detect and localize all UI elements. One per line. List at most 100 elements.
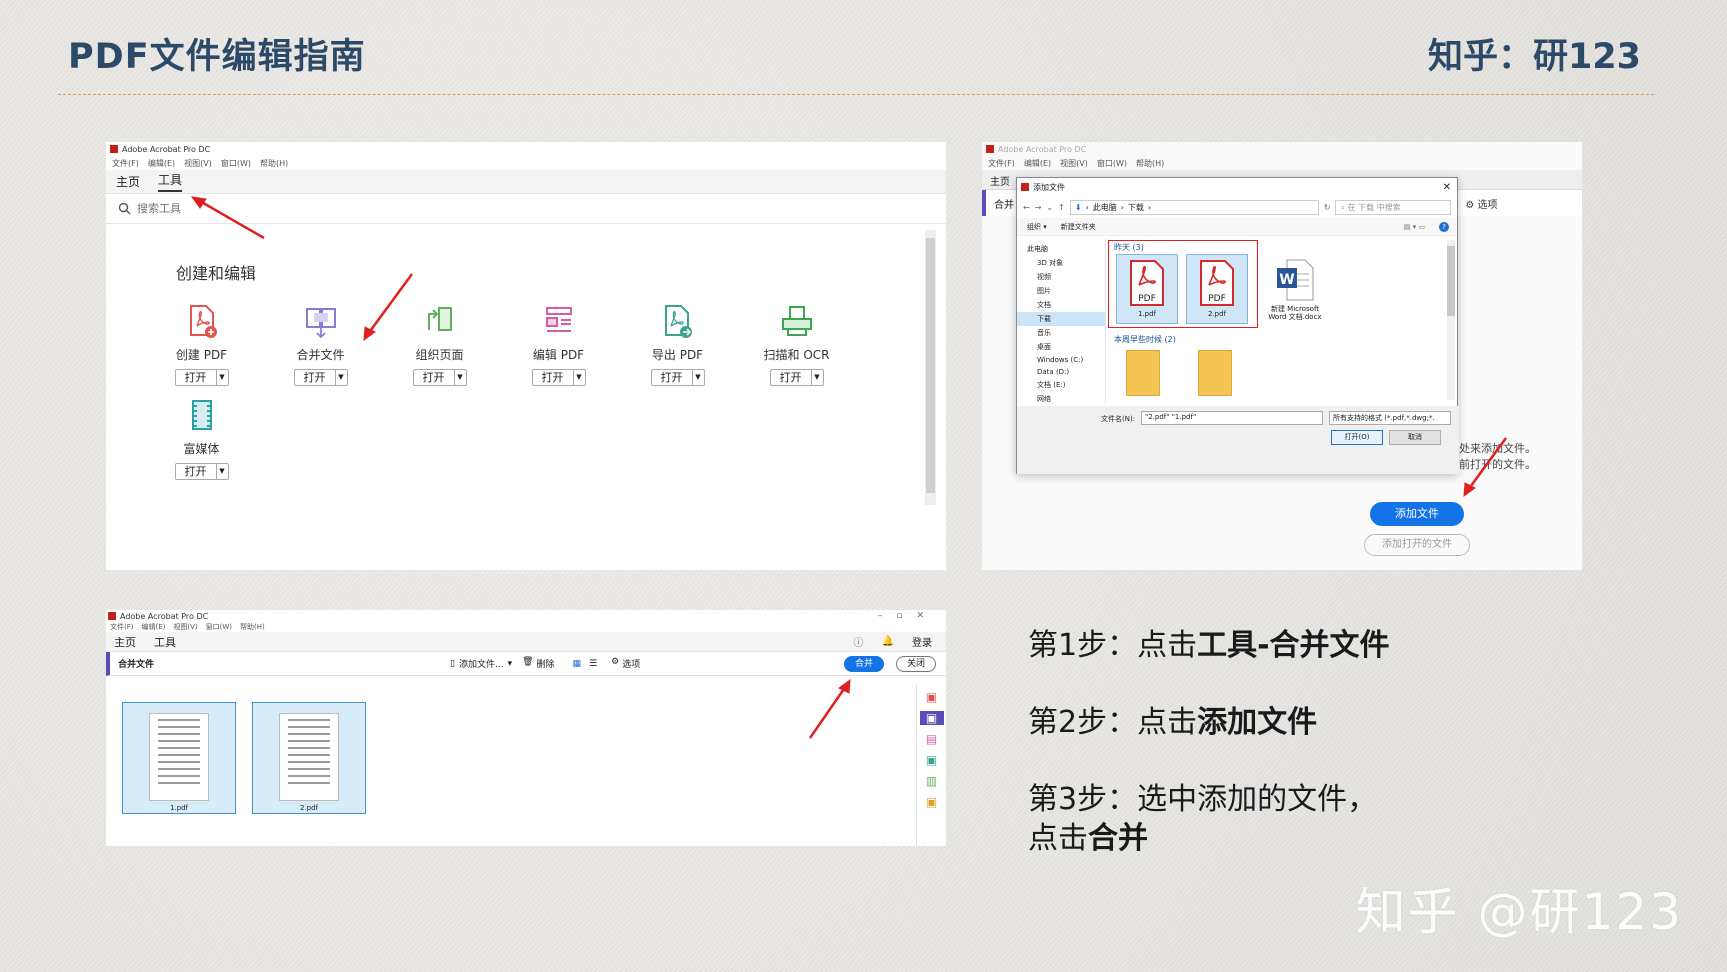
organize-menu[interactable]: 组织 ▾ [1027,222,1047,232]
menu-help[interactable]: 帮助(H) [260,158,288,169]
tree-item[interactable]: 桌面 [1017,340,1105,354]
tool-edit-pdf[interactable]: 编辑 PDF 打开 ▼ [499,304,618,386]
grid-view-icon[interactable]: ▦ [573,659,582,669]
tool-export-pdf[interactable]: 导出 PDF 打开 ▼ [618,304,737,386]
tool-organize-pages[interactable]: 组织页面 打开 ▼ [380,304,499,386]
open-button[interactable]: 打开 ▼ [174,369,229,386]
file-1pdf[interactable]: PDF 1.pdf [1116,254,1178,324]
export-pdf-icon[interactable]: ▣ [926,753,937,767]
tab-home[interactable]: 主页 [114,634,136,650]
tool-label: 合并文件 [296,348,345,362]
tool-scan-ocr[interactable]: 扫描和 OCR 打开 ▼ [737,304,856,386]
folder-icon[interactable] [1126,350,1160,396]
forward-icon[interactable]: → [1035,203,1042,212]
up-icon[interactable]: ↑ [1058,203,1065,212]
bell-icon[interactable]: 🔔 [882,636,894,647]
refresh-icon[interactable]: ↻ [1324,203,1331,212]
tool-combine-files[interactable]: 合并文件 打开 ▼ [261,304,380,386]
tool-create-pdf[interactable]: 创建 PDF 打开 ▼ [142,304,261,386]
tool-label: 扫描和 OCR [763,348,830,362]
bg-combine-title: 合并 [994,200,1014,211]
scrollbar[interactable] [925,230,936,505]
menu-edit[interactable]: 编辑(E) [1024,158,1051,169]
create-pdf-icon[interactable]: ▣ [926,690,937,704]
menu-window[interactable]: 窗口(W) [221,158,251,169]
tree-item-selected[interactable]: 下载 [1017,312,1105,326]
combine-button[interactable]: 合并 [844,655,884,672]
tree-item[interactable]: 文档 (E:) [1017,378,1105,392]
tree-item[interactable]: 图片 [1017,284,1105,298]
add-open-files-button[interactable]: 添加打开的文件 [1364,534,1470,556]
menu-window[interactable]: 窗口(W) [206,622,232,632]
help-icon[interactable]: ⓘ [854,634,864,649]
dialog-cancel-button[interactable]: 取消 [1389,430,1441,445]
search-tools-input[interactable] [137,202,337,215]
help-icon[interactable]: ? [1439,221,1449,232]
menu-help[interactable]: 帮助(H) [240,622,265,632]
slide-author: 知乎：研123 [1427,37,1641,77]
file-area-scrollbar[interactable] [1447,240,1455,400]
new-folder-button[interactable]: 新建文件夹 [1061,222,1096,232]
filetype-select[interactable]: 所有支持的格式 (*.pdf,*.dwg;*. [1329,411,1451,425]
tree-item[interactable]: Data (D:) [1017,366,1105,378]
recent-icon[interactable]: ⌄ [1046,203,1053,212]
open-button[interactable]: 打开 ▼ [412,369,467,386]
tree-item[interactable]: 音乐 [1017,326,1105,340]
thumbnail-1[interactable]: 1.pdf [122,702,236,814]
dialog-open-button[interactable]: 打开(O) [1331,430,1383,445]
tree-item[interactable]: 视频 [1017,270,1105,284]
menu-file[interactable]: 文件(F) [988,158,1015,169]
tool-rich-media[interactable]: 富媒体 打开 ▼ [142,398,261,480]
add-files-menu[interactable]: ▯ 添加文件... ▾ [450,657,512,671]
options-button[interactable]: ⚙ 选项 [611,657,640,670]
word-file-icon: W [1277,259,1314,301]
login-link[interactable]: 登录 [912,634,932,649]
menu-edit[interactable]: 编辑(E) [142,622,166,632]
tab-tools[interactable]: 工具 [158,171,183,192]
section-title: 创建和编辑 [176,264,257,283]
view-options-icon[interactable]: ▤ ▾ ▭ [1404,223,1425,231]
tab-tools[interactable]: 工具 [154,634,176,650]
menu-file[interactable]: 文件(F) [112,158,139,169]
open-button[interactable]: 打开 ▼ [174,463,229,480]
back-icon[interactable]: ← [1023,203,1030,212]
add-files-button[interactable]: 添加文件 [1370,502,1464,526]
thumbnail-2[interactable]: 2.pdf [252,702,366,814]
address-bar[interactable]: ⬇ › 此电脑 › 下载 › [1069,199,1319,215]
file-2pdf[interactable]: PDF 2.pdf [1186,254,1248,324]
tree-item[interactable]: 此电脑 [1017,242,1105,256]
filename-input[interactable]: "2.pdf" "1.pdf" [1141,411,1323,425]
tool-label: 导出 PDF [651,348,704,362]
tree-item[interactable]: 网络 [1017,392,1105,406]
tree-item[interactable]: 文档 [1017,298,1105,312]
open-button[interactable]: 打开 ▼ [650,369,705,386]
folder-icon[interactable] [1198,350,1232,396]
open-button[interactable]: 打开 ▼ [769,369,824,386]
rich-media-icon [191,400,212,430]
tree-item[interactable]: 3D 对象 [1017,256,1105,270]
window-controls[interactable]: –▫✕ [878,611,938,621]
menu-window[interactable]: 窗口(W) [1097,158,1127,169]
edit-pdf-icon[interactable]: ▤ [926,732,937,746]
tab-home[interactable]: 主页 [116,173,140,190]
open-button[interactable]: 打开 ▼ [531,369,586,386]
tree-item[interactable]: Windows (C:) [1017,354,1105,366]
menu-view[interactable]: 视图(V) [1060,158,1088,169]
add-file-icon: ▯ [450,658,455,669]
list-view-icon[interactable]: ☰ [589,659,597,669]
dialog-close-icon[interactable]: ✕ [1443,182,1451,193]
menu-view[interactable]: 视图(V) [173,622,197,632]
close-button[interactable]: 关闭 [896,655,936,672]
delete-button[interactable]: 🗑 删除 [522,657,554,670]
menu-view[interactable]: 视图(V) [184,158,212,169]
combine-files-icon[interactable]: ▣ [919,711,944,725]
dialog-search-box[interactable]: ⌕ 在 下载 中搜索 [1335,199,1451,215]
open-button[interactable]: 打开 ▼ [293,369,348,386]
comment-icon[interactable]: ▣ [926,795,937,809]
combine-title: 合并文件 [118,660,155,670]
menu-help[interactable]: 帮助(H) [1136,158,1164,169]
menu-edit[interactable]: 编辑(E) [148,158,175,169]
file-docx[interactable]: W 新建 Microsoft Word 文档.docx [1262,254,1328,328]
organize-pages-icon[interactable]: ▥ [926,774,937,788]
menu-file[interactable]: 文件(F) [110,622,134,632]
